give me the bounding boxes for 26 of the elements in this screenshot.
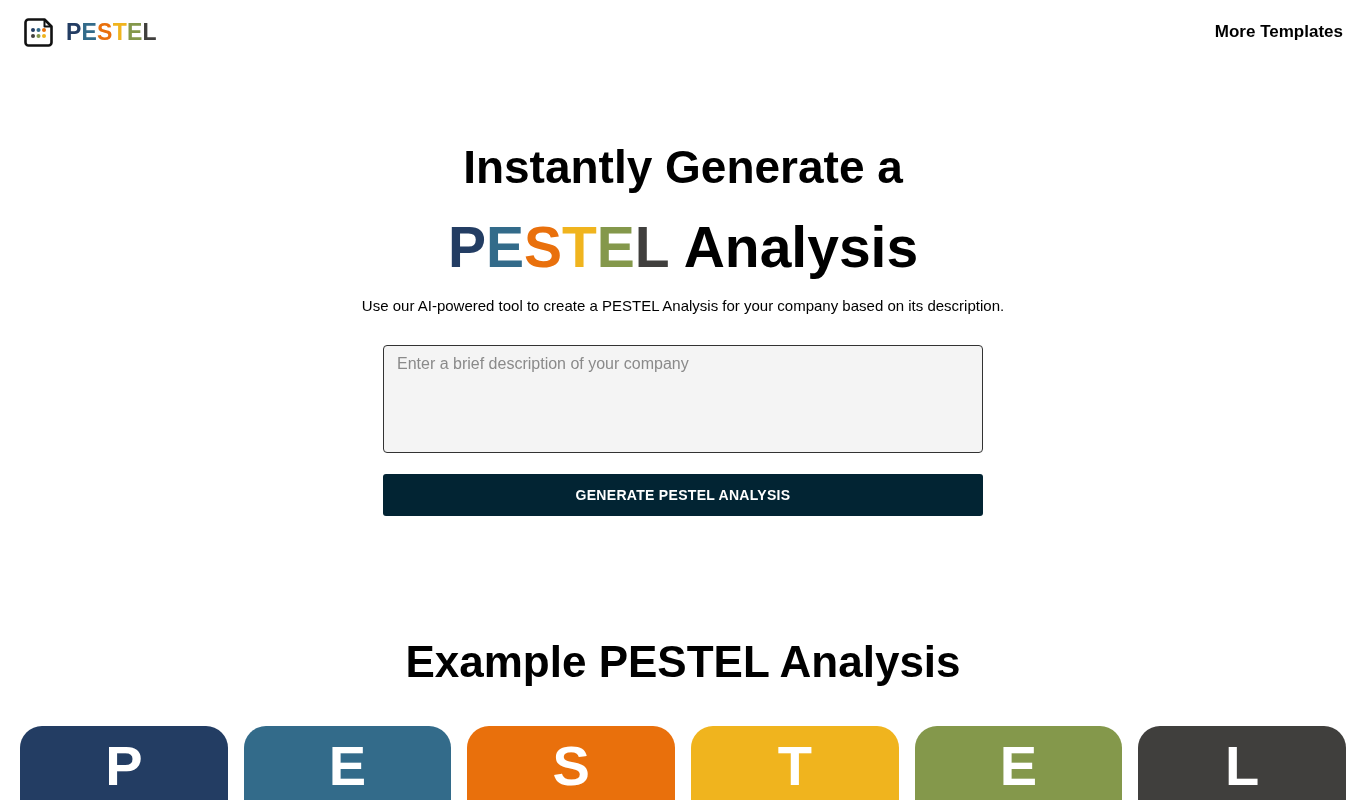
hero-heading: Instantly Generate a: [463, 140, 903, 195]
generate-button[interactable]: GENERATE PESTEL ANALYSIS: [383, 473, 983, 516]
heading-letter: S: [523, 214, 562, 282]
card-letter: T: [777, 738, 812, 795]
heading-letter: L: [634, 214, 670, 282]
logo-letter: T: [112, 20, 127, 44]
section-heading: Example PESTEL Analysis: [405, 635, 961, 688]
logo-letter: L: [142, 20, 157, 44]
logo-letter: E: [81, 20, 98, 44]
logo-letter: S: [97, 20, 113, 44]
description-input-field[interactable]: Enter a brief description of your company: [383, 344, 983, 453]
more-templates-link[interactable]: More Templates: [1214, 22, 1343, 42]
card-letter: P: [105, 738, 143, 795]
card-letter: S: [552, 738, 590, 795]
heading-letter: E: [596, 214, 635, 282]
heading-letter: T: [561, 214, 597, 282]
card-letter: E: [328, 738, 367, 795]
logo-icon: [24, 17, 53, 47]
hero-heading: Analysis: [683, 214, 919, 282]
card-letter: L: [1225, 738, 1260, 795]
heading-letter: E: [485, 214, 524, 282]
logo-letter: E: [126, 20, 143, 44]
hero-subtitle: Use our AI-powered tool to create a PESTEL Analysis for your company based on its description.: [361, 295, 1005, 316]
card-letter: E: [999, 738, 1038, 795]
logo-letter: P: [66, 20, 82, 44]
heading-letter: P: [447, 214, 486, 282]
